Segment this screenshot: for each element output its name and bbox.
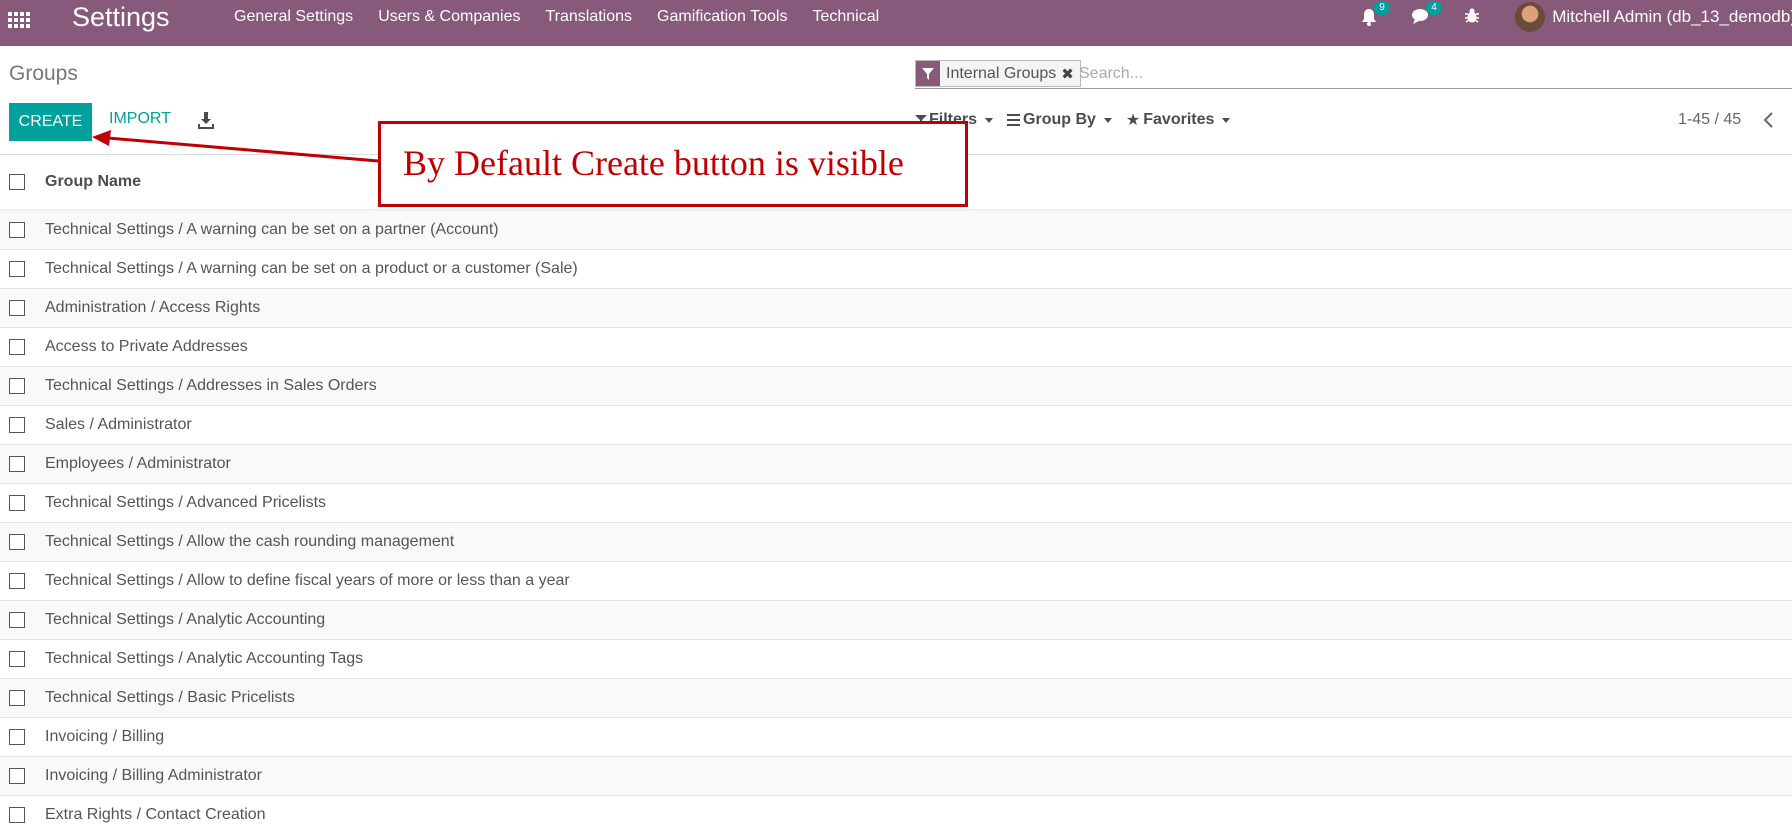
favorites-dropdown[interactable]: ★ Favorites xyxy=(1125,110,1231,130)
app-title[interactable]: Settings xyxy=(72,2,170,32)
table-row[interactable]: Technical Settings / Advanced Pricelists xyxy=(0,484,1792,523)
select-all-checkbox[interactable] xyxy=(9,174,25,190)
apps-menu-icon[interactable] xyxy=(8,9,32,33)
annotation-box: By Default Create button is visible xyxy=(378,121,968,207)
group-by-dropdown[interactable]: Group By xyxy=(1007,110,1112,130)
row-checkbox[interactable] xyxy=(9,456,25,472)
group-name-cell: Sales / Administrator xyxy=(45,416,192,433)
menu-translations[interactable]: Translations xyxy=(545,8,632,26)
group-name-cell: Technical Settings / Allow the cash roun… xyxy=(45,533,455,550)
menu-gamification-tools[interactable]: Gamification Tools xyxy=(657,8,787,26)
table-row[interactable]: Sales / Administrator xyxy=(0,406,1792,445)
row-checkbox[interactable] xyxy=(9,339,25,355)
table-row[interactable]: Extra Rights / Contact Creation xyxy=(0,796,1792,828)
row-checkbox[interactable] xyxy=(9,300,25,316)
group-name-cell: Technical Settings / Analytic Accounting… xyxy=(45,650,364,667)
group-name-cell: Technical Settings / Advanced Pricelists xyxy=(45,494,327,511)
favorites-label: Favorites xyxy=(1143,111,1215,128)
table-row[interactable]: Invoicing / Billing Administrator xyxy=(0,757,1792,796)
group-name-cell: Extra Rights / Contact Creation xyxy=(45,806,266,823)
group-name-cell: Technical Settings / Allow to define fis… xyxy=(45,572,570,589)
groups-list: Group Name Technical Settings / A warnin… xyxy=(0,154,1792,828)
row-checkbox[interactable] xyxy=(9,651,25,667)
row-checkbox[interactable] xyxy=(9,690,25,706)
row-checkbox[interactable] xyxy=(9,729,25,745)
row-checkbox[interactable] xyxy=(9,768,25,784)
table-body: Technical Settings / A warning can be se… xyxy=(0,211,1792,828)
table-row[interactable]: Technical Settings / Basic Pricelists xyxy=(0,679,1792,718)
table-row[interactable]: Technical Settings / Analytic Accounting xyxy=(0,601,1792,640)
caret-down-icon xyxy=(1103,117,1112,123)
group-name-cell: Technical Settings / Analytic Accounting xyxy=(45,611,326,628)
debug-menu[interactable] xyxy=(1463,7,1485,27)
bug-icon xyxy=(1465,8,1480,23)
group-by-label: Group By xyxy=(1023,111,1096,128)
caret-down-icon xyxy=(985,117,994,123)
messages-count-badge: 4 xyxy=(1426,1,1442,15)
search-facet: Internal Groups ✖ xyxy=(915,60,1081,87)
menu-users-companies[interactable]: Users & Companies xyxy=(378,8,520,26)
top-navbar: Settings General Settings Users & Compan… xyxy=(0,0,1792,46)
pager-value[interactable]: 1-45 / 45 xyxy=(1678,111,1741,129)
group-name-cell: Access to Private Addresses xyxy=(45,338,248,355)
download-icon[interactable] xyxy=(197,110,215,130)
table-row[interactable]: Administration / Access Rights xyxy=(0,289,1792,328)
row-checkbox[interactable] xyxy=(9,378,25,394)
user-menu[interactable]: Mitchell Admin (db_13_demodb) xyxy=(1515,2,1792,32)
row-checkbox[interactable] xyxy=(9,573,25,589)
group-name-cell: Administration / Access Rights xyxy=(45,299,261,316)
group-name-cell: Technical Settings / Basic Pricelists xyxy=(45,689,295,706)
group-name-cell: Technical Settings / Addresses in Sales … xyxy=(45,377,377,394)
row-checkbox[interactable] xyxy=(9,534,25,550)
row-checkbox[interactable] xyxy=(9,261,25,277)
breadcrumb: Groups xyxy=(9,62,78,85)
search-bar: Internal Groups ✖ xyxy=(915,60,1792,89)
menu-general-settings[interactable]: General Settings xyxy=(234,8,353,26)
row-checkbox[interactable] xyxy=(9,417,25,433)
table-row[interactable]: Technical Settings / A warning can be se… xyxy=(0,211,1792,250)
systray: 9 4 Mitchell Admin (db_13_demodb) xyxy=(1359,0,1792,34)
close-icon[interactable]: ✖ xyxy=(1061,65,1080,83)
column-group-name[interactable]: Group Name xyxy=(45,173,141,191)
user-name: Mitchell Admin (db_13_demodb) xyxy=(1552,7,1792,26)
table-row[interactable]: Invoicing / Billing xyxy=(0,718,1792,757)
star-icon: ★ xyxy=(1125,112,1141,129)
table-row[interactable]: Access to Private Addresses xyxy=(0,328,1792,367)
table-row[interactable]: Technical Settings / A warning can be se… xyxy=(0,250,1792,289)
table-row[interactable]: Technical Settings / Addresses in Sales … xyxy=(0,367,1792,406)
table-row[interactable]: Employees / Administrator xyxy=(0,445,1792,484)
create-button[interactable]: CREATE xyxy=(9,103,92,141)
activity-count-badge: 9 xyxy=(1374,1,1390,15)
activity-menu[interactable]: 9 xyxy=(1359,1,1390,27)
caret-down-icon xyxy=(1222,117,1231,123)
group-name-cell: Invoicing / Billing Administrator xyxy=(45,767,262,784)
row-checkbox[interactable] xyxy=(9,222,25,238)
group-name-cell: Technical Settings / A warning can be se… xyxy=(45,221,499,238)
menu-technical[interactable]: Technical xyxy=(812,8,879,26)
bars-icon xyxy=(1007,114,1021,126)
search-input[interactable] xyxy=(1079,62,1779,86)
avatar xyxy=(1515,2,1546,32)
messaging-menu[interactable]: 4 xyxy=(1411,1,1442,27)
facet-label: Internal Groups xyxy=(946,64,1057,82)
import-button[interactable]: IMPORT xyxy=(109,110,171,128)
main-menu: General Settings Users & Companies Trans… xyxy=(234,0,904,34)
filter-icon xyxy=(916,61,940,86)
table-row[interactable]: Technical Settings / Allow to define fis… xyxy=(0,562,1792,601)
table-row[interactable]: Technical Settings / Analytic Accounting… xyxy=(0,640,1792,679)
group-name-cell: Invoicing / Billing xyxy=(45,728,165,745)
group-name-cell: Employees / Administrator xyxy=(45,455,231,472)
row-checkbox[interactable] xyxy=(9,612,25,628)
row-checkbox[interactable] xyxy=(9,495,25,511)
annotation-text: By Default Create button is visible xyxy=(403,143,904,183)
chevron-left-icon[interactable] xyxy=(1762,111,1776,129)
group-name-cell: Technical Settings / A warning can be se… xyxy=(45,260,578,277)
row-checkbox[interactable] xyxy=(9,807,25,823)
table-row[interactable]: Technical Settings / Allow the cash roun… xyxy=(0,523,1792,562)
